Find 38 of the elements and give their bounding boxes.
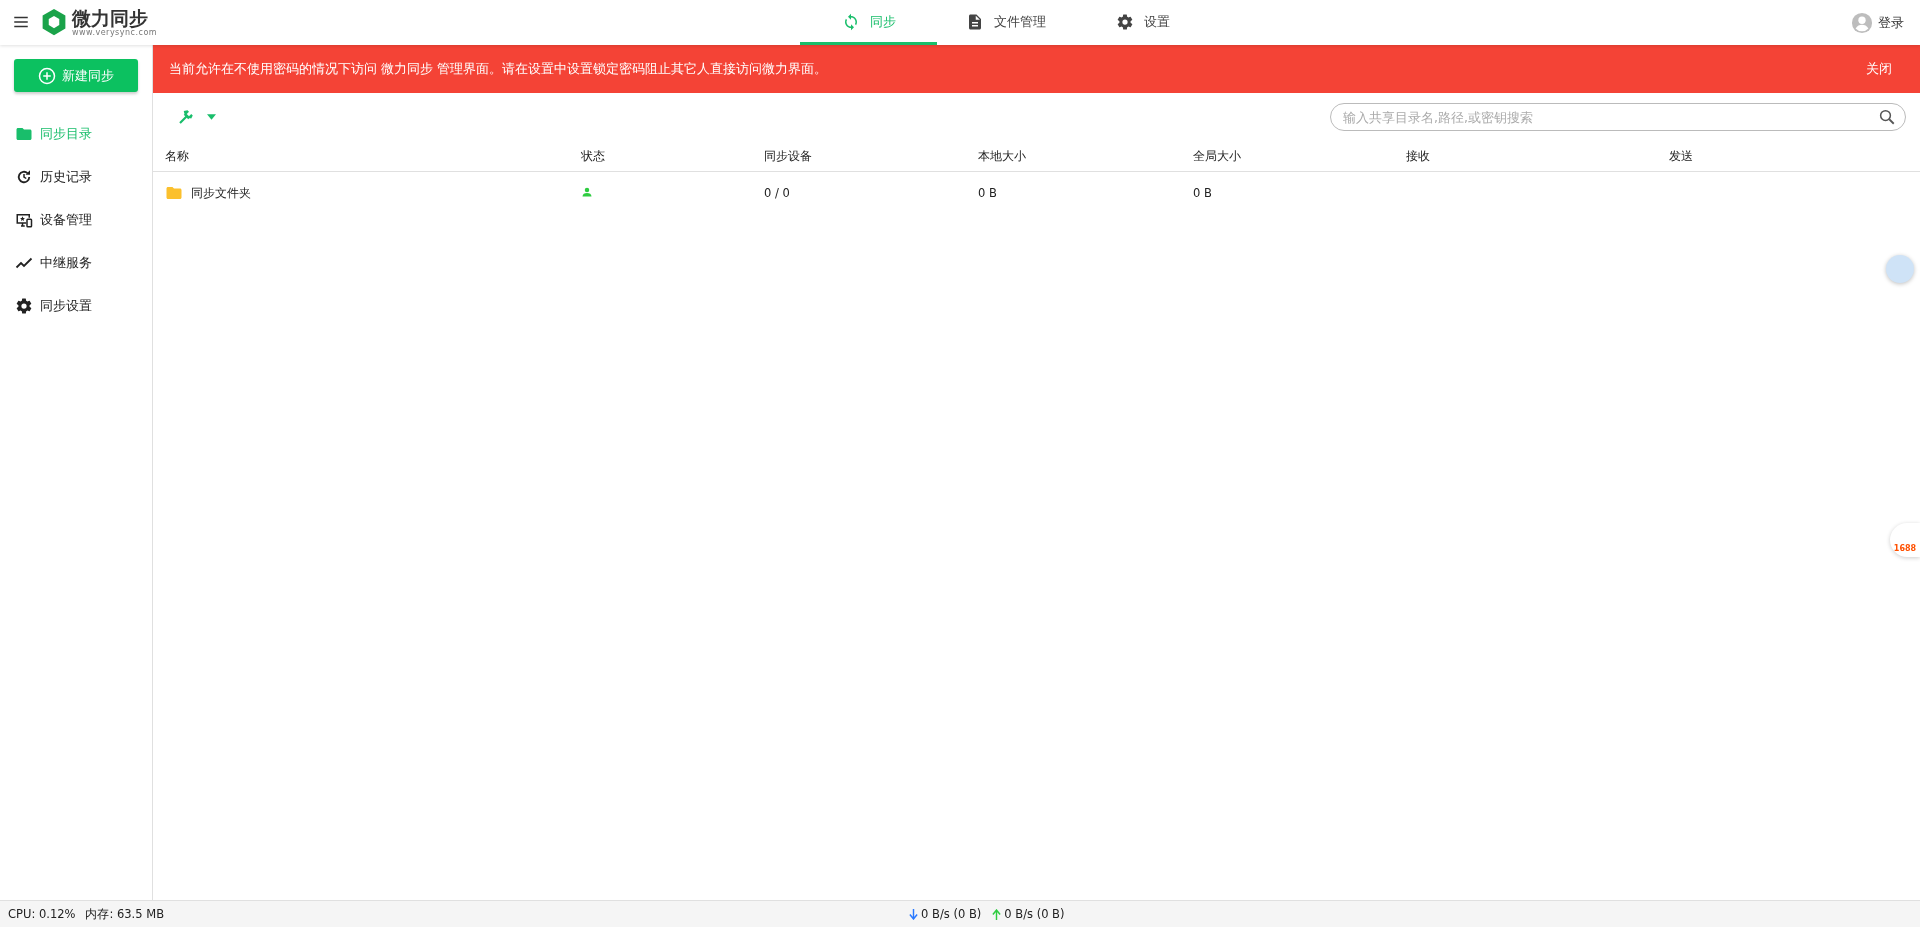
column-header: 名称: [165, 148, 190, 164]
search-field[interactable]: 输入共享目录名,路径,或密钥搜索: [1330, 103, 1906, 131]
table-cell: 同步文件夹: [191, 185, 251, 201]
search-icon[interactable]: [1878, 108, 1896, 126]
up-arrow-icon: [992, 908, 1002, 920]
nav-tab[interactable]: 设置: [1074, 0, 1211, 45]
down-arrow-icon: [909, 908, 919, 920]
upload-speed: 0 B/s (0 B): [1004, 907, 1065, 921]
logo-icon: [40, 8, 68, 37]
column-header: 同步设备: [764, 148, 813, 164]
tools-icon: [177, 108, 195, 126]
warning-message: 当前允许在不使用密码的情况下访问 微力同步 管理界面。请在设置中设置锁定密码阻止其它人直接访问微力界面。: [169, 60, 827, 78]
caret-icon: [207, 114, 216, 120]
cpu-usage: CPU: 0.12%: [8, 907, 76, 921]
plus-circle-icon: [38, 66, 56, 85]
download-speed: 0 B/s (0 B): [921, 907, 982, 921]
logo-url: www.verysync.com: [72, 28, 158, 38]
table-cell-text: 0 B: [1193, 186, 1213, 200]
login-button[interactable]: 登录: [1845, 10, 1910, 35]
sidebar-item[interactable]: 同步设置: [0, 284, 152, 327]
sidebar-item[interactable]: 中继服务: [0, 241, 152, 284]
folder-icon: [165, 184, 183, 202]
column-header: 状态: [581, 148, 606, 164]
sidebar-item[interactable]: 设备管理: [0, 198, 152, 241]
table-cell-text: 0 B: [978, 186, 998, 200]
nav-tab[interactable]: 文件管理: [937, 0, 1074, 45]
sidebar-item[interactable]: 历史记录: [0, 155, 152, 198]
table-cell-text: 0 / 0: [764, 186, 791, 200]
column-header: 全局大小: [1193, 148, 1242, 164]
settings-icon: [15, 296, 33, 315]
memory-usage: 内存: 63.5 MB: [85, 906, 165, 922]
logo-name: 微力同步: [72, 7, 149, 29]
column-header: 接收: [1406, 148, 1431, 164]
settings-icon: [1115, 13, 1134, 31]
column-header: 本地大小: [978, 148, 1027, 164]
close-button[interactable]: 关闭: [1860, 59, 1898, 79]
column-header: 发送: [1669, 148, 1694, 164]
avatar-icon: [1851, 11, 1873, 34]
